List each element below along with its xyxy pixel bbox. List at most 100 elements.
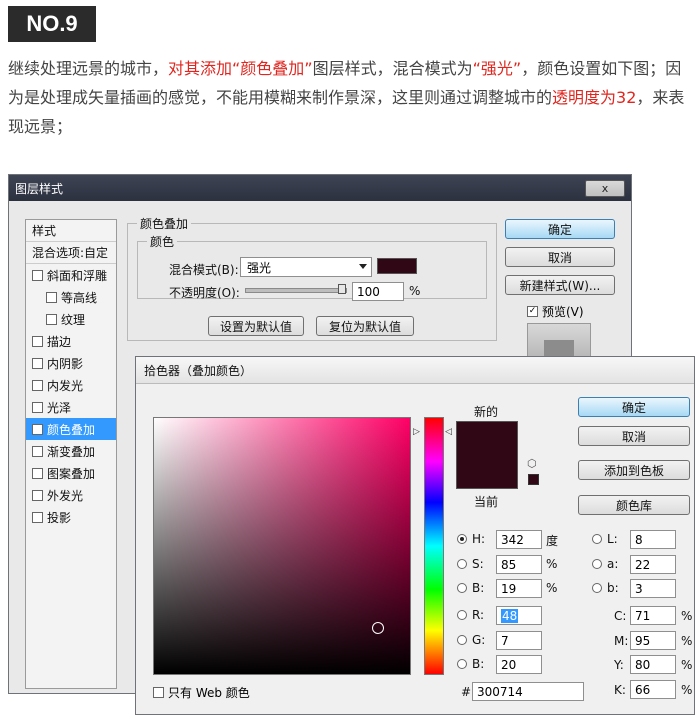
checkbox[interactable] [153, 687, 164, 698]
hue-left-arrow-icon[interactable]: ▷ [413, 427, 420, 437]
style-item-label: 内阴影 [47, 356, 84, 371]
hex-input[interactable]: 300714 [472, 682, 584, 701]
style-item-color-overlay[interactable]: ✓ 颜色叠加 [26, 418, 116, 440]
subsection-title: 颜色 [147, 233, 178, 250]
cancel-button[interactable]: 取消 [578, 426, 690, 446]
checkbox[interactable] [32, 511, 43, 523]
hue-slider[interactable] [424, 417, 444, 675]
close-button[interactable]: x [585, 179, 625, 197]
r-label: R: [472, 608, 485, 622]
blue-radio[interactable] [457, 659, 467, 669]
k-label: K: [614, 683, 626, 697]
layer-style-titlebar[interactable]: 图层样式 x [9, 175, 631, 201]
a-input[interactable]: 22 [630, 555, 676, 574]
blend-mode-select[interactable]: 强光 [240, 257, 372, 277]
color-libraries-button[interactable]: 颜色库 [578, 495, 690, 515]
checkbox-checked[interactable]: ✓ [32, 423, 43, 435]
h-label: H: [472, 532, 486, 546]
cancel-button[interactable]: 取消 [505, 247, 615, 267]
styles-header[interactable]: 样式 [26, 220, 116, 242]
style-item-texture[interactable]: 纹理 [26, 308, 116, 330]
add-to-swatches-button[interactable]: 添加到色板 [578, 460, 690, 480]
color-field-cursor[interactable] [372, 622, 384, 634]
g-input[interactable]: 7 [496, 631, 542, 650]
color-field[interactable] [153, 417, 411, 675]
s-radio[interactable] [457, 559, 467, 569]
color-picker-titlebar[interactable]: 拾色器（叠加颜色） [136, 357, 694, 384]
style-item-gradient-overlay[interactable]: 渐变叠加 [26, 440, 116, 462]
l-input[interactable]: 8 [630, 530, 676, 549]
reset-default-button[interactable]: 复位为默认值 [316, 316, 414, 336]
web-colors-only-checkbox[interactable]: 只有 Web 颜色 [153, 684, 250, 701]
checkbox-checked[interactable]: ✓ [527, 306, 538, 317]
style-item-stroke[interactable]: 描边 [26, 330, 116, 352]
overlay-color-swatch[interactable] [377, 258, 417, 274]
lab-b-input[interactable]: 3 [630, 579, 676, 598]
opacity-slider-handle[interactable] [338, 284, 346, 294]
preview-checkbox[interactable]: ✓ 预览(V) [527, 303, 584, 320]
lab-b-label: b: [607, 581, 619, 595]
g-radio[interactable] [457, 635, 467, 645]
style-item-drop-shadow[interactable]: 投影 [26, 506, 116, 528]
style-item-pattern-overlay[interactable]: 图案叠加 [26, 462, 116, 484]
brightness-radio[interactable] [457, 583, 467, 593]
r-input[interactable]: 48 [496, 606, 542, 625]
style-item-satin[interactable]: 光泽 [26, 396, 116, 418]
s-input[interactable]: 85 [496, 555, 542, 574]
checkbox[interactable] [32, 401, 43, 413]
r-radio[interactable] [457, 610, 467, 620]
ok-button[interactable]: 确定 [505, 219, 615, 239]
brightness-label: B: [472, 581, 485, 595]
checkbox[interactable] [32, 335, 43, 347]
blend-options-item[interactable]: 混合选项:自定 [26, 242, 116, 264]
highlight-hard-light: “强光” [472, 59, 522, 78]
l-radio[interactable] [592, 534, 602, 544]
new-current-swatch [456, 421, 518, 489]
lab-b-radio[interactable] [592, 583, 602, 593]
websafe-swatch[interactable] [528, 474, 539, 485]
checkbox[interactable] [32, 445, 43, 457]
layer-style-title: 图层样式 [15, 181, 64, 196]
checkbox[interactable] [32, 489, 43, 501]
current-color-label: 当前 [474, 495, 499, 509]
brightness-input[interactable]: 19 [496, 579, 542, 598]
styles-list: 样式 混合选项:自定 斜面和浮雕 等高线 纹理 描边 内阴影 内发光 光泽 ✓ 颜… [25, 219, 117, 689]
style-item-inner-glow[interactable]: 内发光 [26, 374, 116, 396]
l-label: L: [607, 532, 618, 546]
c-input[interactable]: 71 [630, 606, 676, 625]
a-radio[interactable] [592, 559, 602, 569]
checkbox[interactable] [46, 313, 57, 325]
y-input[interactable]: 80 [630, 655, 676, 674]
checkbox[interactable] [32, 269, 43, 281]
a-label: a: [607, 557, 619, 571]
style-item-contour[interactable]: 等高线 [26, 286, 116, 308]
ok-button[interactable]: 确定 [578, 397, 690, 417]
style-item-bevel[interactable]: 斜面和浮雕 [26, 264, 116, 286]
style-item-label: 渐变叠加 [47, 444, 96, 459]
opacity-input[interactable]: 100 [352, 282, 404, 301]
k-input[interactable]: 66 [630, 680, 676, 699]
cube-icon[interactable]: ⬡ [527, 457, 537, 470]
hue-right-arrow-icon[interactable]: ◁ [445, 427, 452, 437]
color-picker-dialog: 拾色器（叠加颜色） ▷ ◁ 新的 当前 ⬡ 确定 取消 添加到色板 颜色库 H:… [135, 356, 695, 715]
style-item-outer-glow[interactable]: 外发光 [26, 484, 116, 506]
new-style-button[interactable]: 新建样式(W)... [505, 275, 615, 295]
opacity-slider-track[interactable] [245, 288, 347, 293]
y-label: Y: [614, 658, 624, 672]
blue-input[interactable]: 20 [496, 655, 542, 674]
brightness-unit: % [546, 581, 558, 595]
h-radio[interactable] [457, 534, 467, 544]
s-label: S: [472, 557, 484, 571]
checkbox[interactable] [32, 379, 43, 391]
checkbox[interactable] [32, 467, 43, 479]
preview-thumbnail [527, 323, 591, 358]
m-input[interactable]: 95 [630, 631, 676, 650]
style-item-label: 颜色叠加 [47, 422, 96, 437]
h-input[interactable]: 342 [496, 530, 542, 549]
checkbox[interactable] [32, 357, 43, 369]
style-item-inner-shadow[interactable]: 内阴影 [26, 352, 116, 374]
section-title: 颜色叠加 [137, 215, 192, 232]
set-default-button[interactable]: 设置为默认值 [208, 316, 304, 336]
checkbox[interactable] [46, 291, 57, 303]
y-unit: % [681, 658, 693, 672]
